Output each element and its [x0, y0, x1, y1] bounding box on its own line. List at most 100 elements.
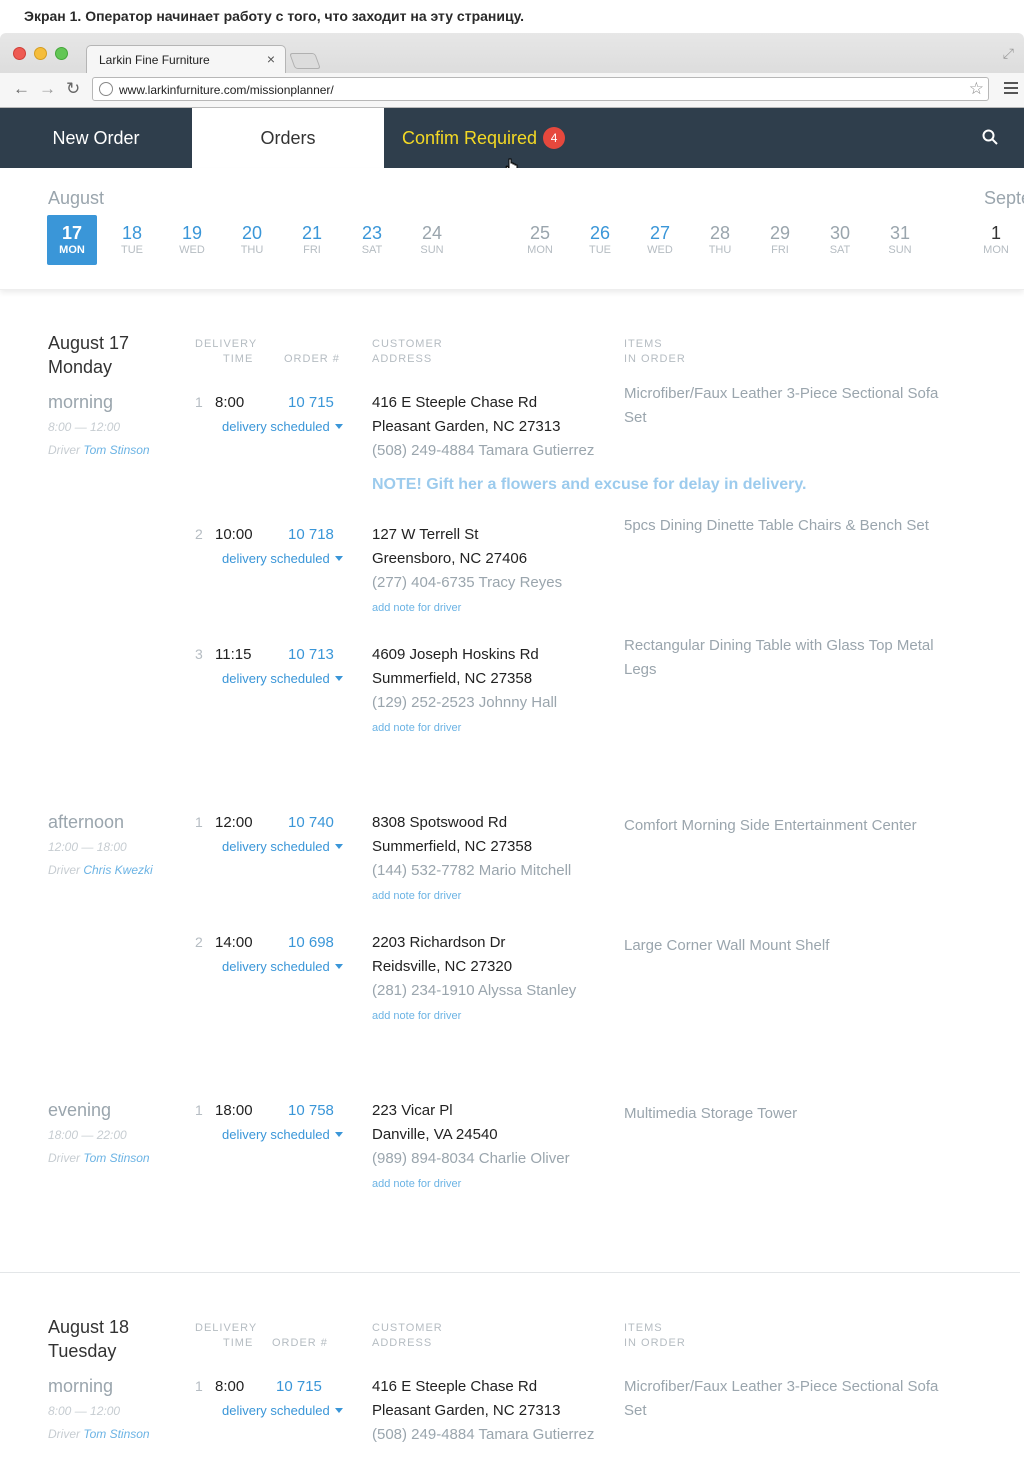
- column-header-customer-address: CUSTOMER ADDRESS: [372, 1321, 443, 1351]
- add-note-link[interactable]: add note for driver: [372, 1178, 461, 1190]
- order-number-link[interactable]: 10 718: [288, 526, 334, 543]
- driver-prefix: Driver: [48, 1151, 84, 1165]
- tab-new-order[interactable]: New Order: [0, 108, 192, 168]
- column-header-order: ORDER #: [284, 353, 340, 365]
- date-item[interactable]: 19 WED: [167, 215, 217, 265]
- period-name: evening: [48, 1100, 112, 1120]
- driver-name-link[interactable]: Tom Stinson: [83, 443, 149, 457]
- reload-icon[interactable]: ↻: [66, 79, 80, 99]
- caret-down-icon: [334, 1408, 343, 1413]
- add-note-link[interactable]: add note for driver: [372, 602, 461, 614]
- order-number-link[interactable]: 10 740: [288, 814, 334, 831]
- column-header-line: TIME: [223, 1337, 254, 1349]
- order-status-dropdown[interactable]: delivery scheduled: [222, 419, 343, 434]
- column-header-line: ADDRESS: [372, 1337, 433, 1349]
- order-time: 11:15: [215, 646, 252, 663]
- order-number-link[interactable]: 10 715: [288, 394, 334, 411]
- order-number-link[interactable]: 10 698: [288, 934, 334, 951]
- order-address-line2: Danville, VA 24540: [372, 1126, 498, 1143]
- period-range: 18:00 — 22:00: [48, 1128, 127, 1142]
- order-items: Rectangular Dining Table with Glass Top …: [624, 637, 934, 678]
- date-item[interactable]: 31 SUN: [875, 215, 925, 265]
- add-note-link[interactable]: add note for driver: [372, 890, 461, 902]
- driver-name-link[interactable]: Tom Stinson: [83, 1151, 149, 1165]
- column-header-line: ITEMS: [624, 338, 663, 350]
- date-item[interactable]: 17 MON: [47, 215, 97, 265]
- order-status-label: delivery scheduled: [222, 1127, 330, 1142]
- bookmark-star-icon[interactable]: ☆: [969, 79, 984, 99]
- order-status-dropdown[interactable]: delivery scheduled: [222, 671, 343, 686]
- date-item[interactable]: 30 SAT: [815, 215, 865, 265]
- back-arrow-icon[interactable]: ←: [13, 79, 30, 99]
- search-icon[interactable]: [982, 129, 998, 145]
- tab-orders[interactable]: Orders: [192, 108, 384, 168]
- period-name: morning: [48, 392, 114, 412]
- caret-down-icon: [334, 676, 343, 681]
- date-number: 24: [421, 223, 443, 243]
- date-number: 23: [361, 223, 383, 243]
- order-items: Microfiber/Faux Leather 3-Piece Sectiona…: [624, 385, 939, 426]
- driver-name-link[interactable]: Chris Kwezki: [83, 863, 152, 877]
- order-address-line2: Summerfield, NC 27358: [372, 838, 533, 855]
- order-address-line2: Greensboro, NC 27406: [372, 550, 528, 567]
- date-item[interactable]: 21 FRI: [287, 215, 337, 265]
- date-item[interactable]: 23 SAT: [347, 215, 397, 265]
- date-item[interactable]: 27 WED: [635, 215, 685, 265]
- fullscreen-icon[interactable]: ⤢: [1003, 45, 1014, 62]
- day-date: August 18: [48, 1317, 130, 1337]
- maximize-window-button[interactable]: [55, 47, 68, 60]
- order-status-dropdown[interactable]: delivery scheduled: [222, 839, 343, 854]
- date-weekday: WED: [647, 244, 673, 256]
- browser-tab[interactable]: Larkin Fine Furniture ×: [86, 45, 286, 73]
- period-afternoon: afternoon 12:00 — 18:00 Driver Chris Kwe…: [48, 811, 153, 877]
- order-number-link[interactable]: 10 713: [288, 646, 334, 663]
- order-driver-note[interactable]: NOTE! Gift her a flowers and excuse for …: [372, 476, 807, 494]
- order-status-dropdown[interactable]: delivery scheduled: [222, 1403, 343, 1418]
- address-bar-url: www.larkinfurniture.com/missionplanner/: [119, 83, 334, 97]
- order-time: 14:00: [215, 934, 253, 951]
- order-index: 1: [195, 1102, 203, 1118]
- order-number-link[interactable]: 10 758: [288, 1102, 334, 1119]
- date-weekday: MON: [983, 244, 1009, 256]
- order-items: Large Corner Wall Mount Shelf: [624, 937, 830, 954]
- date-item[interactable]: 29 FRI: [755, 215, 805, 265]
- date-item[interactable]: 28 THU: [695, 215, 745, 265]
- order-address-line2: Summerfield, NC 27358: [372, 670, 533, 687]
- date-item[interactable]: 20 THU: [227, 215, 277, 265]
- browser-menu-icon[interactable]: [1004, 82, 1018, 97]
- order-status-label: delivery scheduled: [222, 959, 330, 974]
- date-weekday: FRI: [771, 244, 789, 256]
- date-number: 29: [769, 223, 791, 243]
- date-item[interactable]: 26 TUE: [575, 215, 625, 265]
- order-contact: (144) 532-7782 Mario Mitchell: [372, 862, 572, 879]
- order-items: Microfiber/Faux Leather 3-Piece Sectiona…: [624, 1378, 939, 1419]
- day-date: August 17: [48, 333, 130, 353]
- order-status-dropdown[interactable]: delivery scheduled: [222, 1127, 343, 1142]
- add-note-link[interactable]: add note for driver: [372, 722, 461, 734]
- date-item[interactable]: 1 MON: [971, 215, 1021, 265]
- order-index: 2: [195, 526, 203, 542]
- date-item[interactable]: 25 MON: [515, 215, 565, 265]
- period-range: 8:00 — 12:00: [48, 420, 121, 434]
- driver-prefix: Driver: [48, 863, 84, 877]
- month-label-august: August: [48, 188, 105, 208]
- day-heading: August 18 Tuesday: [48, 1315, 129, 1363]
- minimize-window-button[interactable]: [34, 47, 47, 60]
- forward-arrow-icon[interactable]: →: [39, 79, 56, 99]
- address-bar[interactable]: www.larkinfurniture.com/missionplanner/ …: [92, 77, 989, 101]
- date-item[interactable]: 18 TUE: [107, 215, 157, 265]
- order-contact: (989) 894-8034 Charlie Oliver: [372, 1150, 570, 1167]
- page-caption: Экран 1. Оператор начинает работу с того…: [24, 8, 525, 24]
- order-status-dropdown[interactable]: delivery scheduled: [222, 959, 343, 974]
- period-driver: Driver Chris Kwezki: [48, 863, 153, 877]
- close-window-button[interactable]: [13, 47, 26, 60]
- driver-name-link[interactable]: Tom Stinson: [83, 1427, 149, 1441]
- new-tab-button[interactable]: [289, 53, 321, 69]
- order-number-link[interactable]: 10 715: [276, 1378, 322, 1395]
- date-number: 1: [990, 223, 1001, 243]
- tab-close-icon[interactable]: ×: [267, 51, 275, 67]
- order-status-dropdown[interactable]: delivery scheduled: [222, 551, 343, 566]
- add-note-link[interactable]: add note for driver: [372, 1010, 461, 1022]
- tab-confirm-required[interactable]: Confim Required 4: [384, 108, 583, 168]
- date-item[interactable]: 24 SUN: [407, 215, 457, 265]
